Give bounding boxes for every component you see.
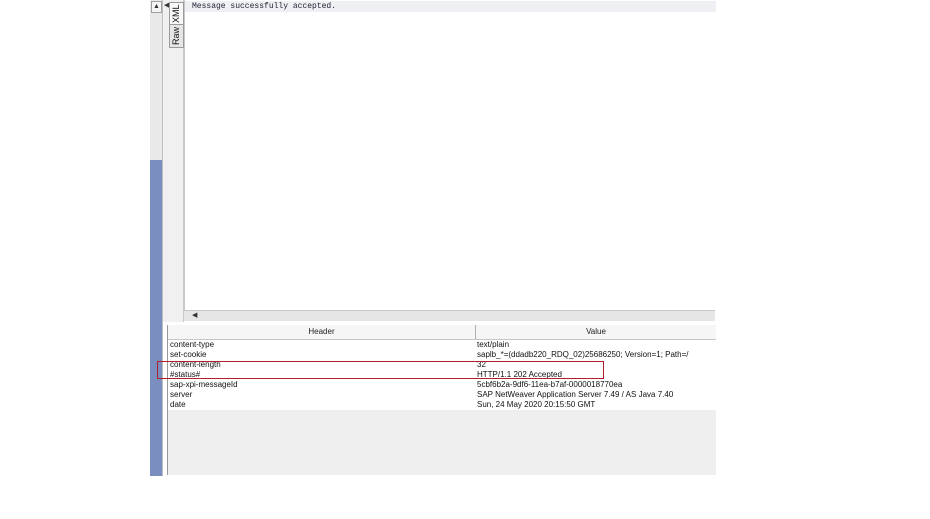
value-cell: text/plain [477,340,510,349]
message-pane[interactable]: Message successfully accepted. [184,0,716,310]
scroll-up-icon[interactable]: ▲ [151,1,162,13]
value-cell: 5cbf6b2a-9df6-11ea-b7af-0000018770ea [477,380,623,389]
value-cell: saplb_*=(ddadb220_RDQ_02)25686250; Versi… [477,350,689,359]
scrollbar-track[interactable] [150,160,162,476]
highlight-box [157,361,604,379]
headers-table: Header Value content-type text/plain set… [167,325,716,475]
table-header: Header Value [168,325,716,340]
tab-xml[interactable]: XML [169,2,184,26]
table-row[interactable]: server SAP NetWeaver Application Server … [168,390,716,400]
header-cell: date [170,400,186,409]
table-row[interactable]: date Sun, 24 May 2020 20:15:50 GMT [168,400,716,410]
header-cell: sap-xpi-messageId [170,380,238,389]
vertical-scrollbar[interactable]: ▲ [150,0,163,476]
tab-raw[interactable]: Raw [169,24,184,48]
value-cell: SAP NetWeaver Application Server 7.49 / … [477,390,674,399]
column-header-value[interactable]: Value [476,325,716,339]
header-cell: content-type [170,340,215,349]
tab-strip: ◀ XML Raw [163,0,184,322]
header-cell: set-cookie [170,350,207,359]
message-line: Message successfully accepted. [185,1,716,12]
table-row[interactable]: sap-xpi-messageId 5cbf6b2a-9df6-11ea-b7a… [168,380,716,390]
value-cell: Sun, 24 May 2020 20:15:50 GMT [477,400,596,409]
header-cell: server [170,390,193,399]
scroll-left-icon[interactable]: ◀ [192,312,200,320]
message-text: Message successfully accepted. [192,2,337,11]
horizontal-scrollbar[interactable]: ◀ [184,310,715,321]
column-header-header[interactable]: Header [168,325,476,339]
table-row[interactable]: content-type text/plain [168,340,716,350]
table-row[interactable]: set-cookie saplb_*=(ddadb220_RDQ_02)2568… [168,350,716,360]
